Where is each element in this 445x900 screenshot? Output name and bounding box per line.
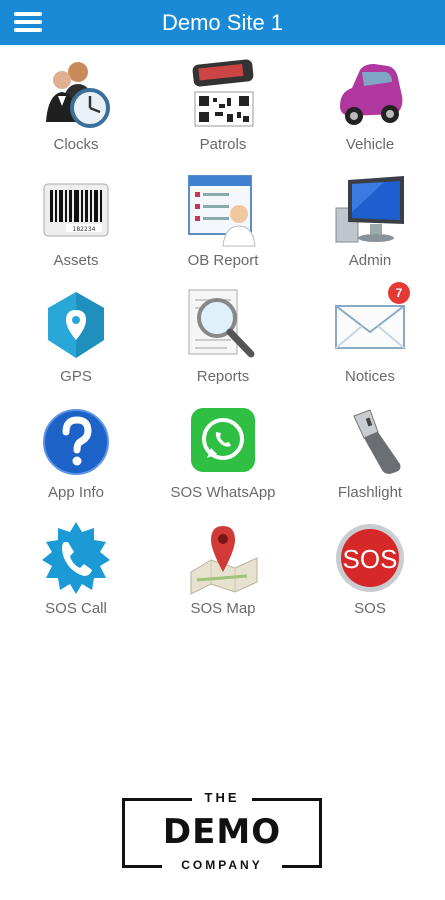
tile-gps[interactable]: GPS bbox=[2, 284, 150, 396]
computer-icon bbox=[334, 172, 406, 248]
tile-patrols[interactable]: Patrols bbox=[149, 52, 297, 164]
tile-admin[interactable]: Admin bbox=[296, 168, 444, 280]
tile-label: SOS Call bbox=[45, 600, 107, 617]
tile-clocks[interactable]: Clocks bbox=[2, 52, 150, 164]
svg-text:182234: 182234 bbox=[73, 226, 96, 233]
menu-row: App Info SOS WhatsApp Flashlight bbox=[0, 400, 445, 512]
tile-label: Admin bbox=[348, 252, 392, 269]
tile-label: Flashlight bbox=[337, 484, 403, 501]
envelope-icon: 7 bbox=[334, 282, 410, 364]
tile-label: OB Report bbox=[187, 252, 259, 269]
tile-flashlight[interactable]: Flashlight bbox=[296, 400, 444, 512]
tile-label: SOS WhatsApp bbox=[170, 484, 276, 501]
tile-label: Vehicle bbox=[345, 136, 395, 153]
tile-label: Assets bbox=[53, 252, 99, 269]
tile-ob-report[interactable]: OB Report bbox=[149, 168, 297, 280]
phone-badge-icon bbox=[40, 520, 112, 596]
report-user-icon bbox=[187, 172, 259, 248]
tile-vehicle[interactable]: Vehicle bbox=[296, 52, 444, 164]
tile-app-info[interactable]: App Info bbox=[2, 400, 150, 512]
tile-label: Notices bbox=[344, 368, 396, 385]
notification-badge: 7 bbox=[388, 282, 410, 304]
tile-label: GPS bbox=[60, 368, 92, 385]
sos-icon-text: SOS bbox=[343, 544, 398, 574]
phone-qr-icon bbox=[187, 56, 259, 132]
tile-label: SOS bbox=[354, 600, 386, 617]
menu-row: SOS Call SOS Map SOS SOS bbox=[0, 516, 445, 628]
logo-demo: DEMO bbox=[162, 812, 282, 852]
tile-label: Clocks bbox=[53, 136, 99, 153]
whatsapp-icon bbox=[187, 404, 259, 480]
help-icon bbox=[40, 404, 112, 480]
tile-reports[interactable]: Reports bbox=[149, 284, 297, 396]
flashlight-icon bbox=[334, 404, 406, 480]
tile-label: App Info bbox=[48, 484, 104, 501]
company-logo: THE DEMO COMPANY bbox=[122, 790, 322, 876]
sos-button-icon: SOS bbox=[334, 520, 406, 596]
tile-label: Patrols bbox=[199, 136, 247, 153]
magnifier-document-icon bbox=[187, 288, 259, 364]
location-pin-icon bbox=[40, 288, 112, 364]
menu-row: Clocks Patrols Vehicle bbox=[0, 52, 445, 164]
tile-sos-call[interactable]: SOS Call bbox=[2, 516, 150, 628]
clock-people-icon bbox=[40, 56, 112, 132]
menu-row: 182234 Assets OB Report Admin bbox=[0, 168, 445, 280]
tile-sos[interactable]: SOS SOS bbox=[296, 516, 444, 628]
logo-company: COMPANY bbox=[162, 858, 282, 874]
tile-sos-whatsapp[interactable]: SOS WhatsApp bbox=[149, 400, 297, 512]
tile-assets[interactable]: 182234 Assets bbox=[2, 168, 150, 280]
map-pin-icon bbox=[187, 520, 259, 596]
tile-sos-map[interactable]: SOS Map bbox=[149, 516, 297, 628]
barcode-icon: 182234 bbox=[40, 172, 112, 248]
tile-notices[interactable]: 7 Notices bbox=[296, 282, 444, 396]
logo-the: THE bbox=[192, 790, 252, 806]
app-bar: Demo Site 1 bbox=[0, 0, 445, 45]
tile-label: SOS Map bbox=[190, 600, 256, 617]
menu-row: GPS Reports 7 Notices bbox=[0, 282, 445, 396]
car-icon bbox=[334, 56, 406, 132]
tile-label: Reports bbox=[196, 368, 250, 385]
page-title: Demo Site 1 bbox=[161, 10, 284, 35]
